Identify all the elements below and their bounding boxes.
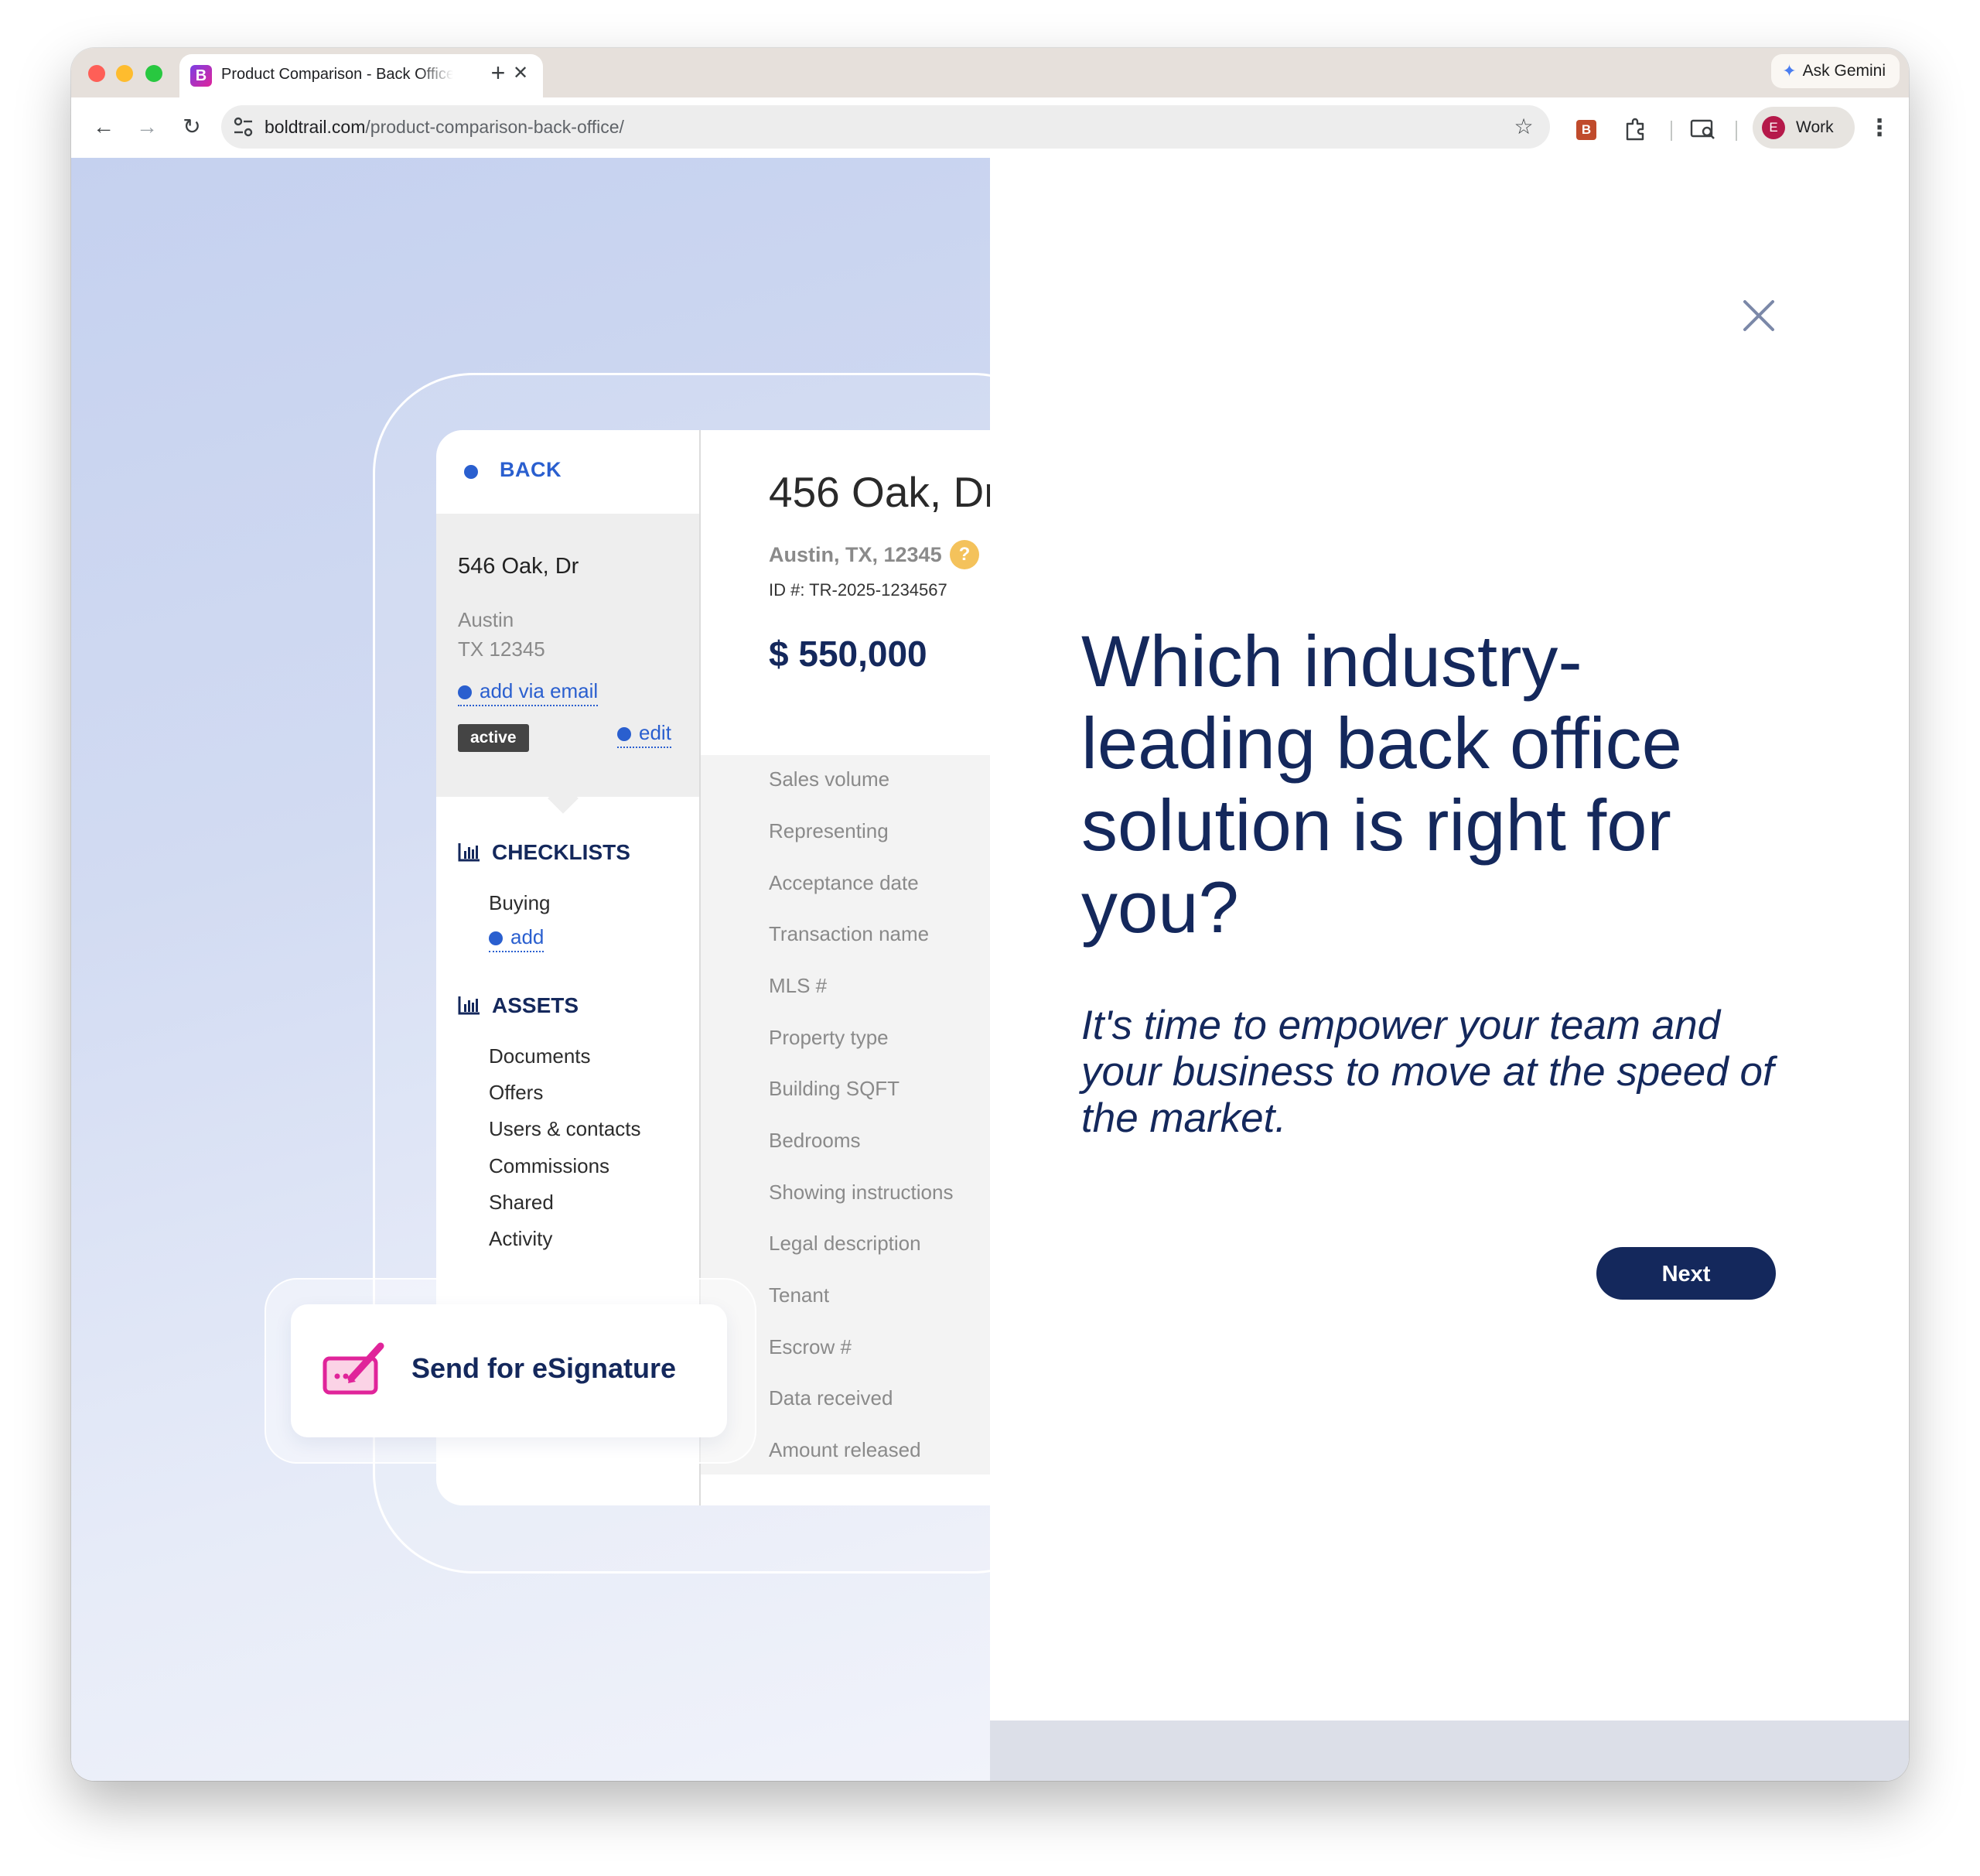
mock-asset-item: Commissions [489, 1154, 610, 1177]
mock-listing-subtitle: Austin, TX, 12345 [769, 543, 942, 566]
bookmark-star-icon[interactable]: ☆ [1508, 111, 1539, 142]
close-icon[interactable] [1737, 294, 1780, 337]
profile-avatar: E [1762, 116, 1785, 139]
modal-headline: Which industry-leading back office solut… [1081, 620, 1682, 948]
tab-title: Product Comparison - Back Office [221, 66, 453, 83]
mock-listing-title: 456 Oak, Dr [769, 468, 990, 516]
mock-checklists-title: CHECKLISTS [492, 840, 630, 864]
bullet-icon [458, 685, 472, 700]
mock-field-label: Sales volume [769, 767, 890, 791]
mock-field-label: Showing instructions [769, 1181, 954, 1204]
mock-field-label: Representing [769, 819, 889, 842]
browser-menu-icon[interactable]: ⋮ [1864, 113, 1895, 144]
mock-checklist-item: Buying [489, 891, 551, 914]
modal-panel: Which industry-leading back office solut… [990, 158, 1909, 1721]
mock-add-label: add [510, 925, 544, 948]
bullet-icon [464, 465, 478, 479]
close-window-button[interactable] [88, 65, 105, 82]
mock-field-label: Acceptance date [769, 871, 919, 894]
site-settings-icon[interactable] [230, 113, 257, 141]
modal-subheadline: It's time to empower your team and your … [1081, 1003, 1774, 1141]
mock-back-row: BACK [436, 430, 699, 514]
mock-address-card: 546 Oak, Dr Austin TX 12345 add via emai… [436, 514, 699, 797]
esignature-card: Send for eSignature [291, 1304, 727, 1437]
extension-icon[interactable]: B [1576, 120, 1596, 140]
back-arrow-icon[interactable]: ← [88, 111, 119, 142]
mock-assets-title: ASSETS [492, 993, 579, 1017]
mock-asset-item: Documents [489, 1044, 591, 1068]
mock-address-city: Austin [458, 608, 514, 631]
tab-strip: B Product Comparison - Back Office ✕ + ✦… [71, 48, 1909, 97]
product-illustration: BACK 546 Oak, Dr Austin TX 12345 add via… [71, 158, 990, 1781]
esignature-label: Send for eSignature [411, 1352, 677, 1384]
toolbar-separator [1671, 121, 1672, 141]
mock-add-via-email-link: add via email [458, 679, 599, 706]
mock-listing-id: ID #: TR-2025-1234567 [769, 580, 947, 600]
gemini-sparkle-icon: ✦ [1782, 61, 1797, 80]
mock-field-label: MLS # [769, 974, 828, 997]
site-favicon-icon: B [190, 65, 212, 87]
mock-back-label: BACK [500, 458, 562, 481]
bullet-icon [617, 727, 631, 742]
address-bar[interactable]: boldtrail.com/product-comparison-back-of… [221, 105, 1550, 149]
mock-assets-heading: ASSETS [458, 993, 579, 1018]
mock-asset-item: Shared [489, 1191, 554, 1214]
new-tab-button[interactable]: + [480, 56, 517, 91]
extensions-puzzle-icon[interactable] [1623, 116, 1649, 142]
forward-arrow-icon[interactable]: → [131, 111, 162, 142]
page-content: BACK 546 Oak, Dr Austin TX 12345 add via… [71, 158, 1909, 1781]
esignature-callout: Send for eSignature [265, 1278, 756, 1464]
mock-add-via-email-label: add via email [480, 679, 599, 702]
bar-chart-icon [458, 996, 480, 1015]
ask-gemini-label: Ask Gemini [1802, 62, 1886, 80]
minimize-window-button[interactable] [116, 65, 133, 82]
mock-field-label: Data received [769, 1386, 893, 1410]
mock-asset-item: Users & contacts [489, 1117, 641, 1140]
zoom-window-button[interactable] [145, 65, 162, 82]
ask-gemini-button[interactable]: ✦ Ask Gemini [1771, 54, 1900, 88]
browser-toolbar: ← → ↻ boldtrail.com/product-comparison-b… [71, 97, 1909, 159]
profile-label: Work [1796, 118, 1834, 136]
mock-field-label: Escrow # [769, 1335, 852, 1358]
url-path: /product-comparison-back-office/ [365, 117, 624, 137]
bar-chart-icon [458, 843, 480, 862]
url-text: boldtrail.com/product-comparison-back-of… [265, 117, 624, 138]
url-host: boldtrail.com [265, 117, 366, 137]
page-footer-strip [990, 1721, 1909, 1781]
help-icon: ? [950, 540, 979, 569]
browser-window: B Product Comparison - Back Office ✕ + ✦… [71, 48, 1909, 1781]
mock-address-zip: TX 12345 [458, 637, 545, 661]
mock-add-checklist-link: add [489, 925, 544, 952]
mock-checklists-heading: CHECKLISTS [458, 840, 630, 865]
mock-field-label: Tenant [769, 1283, 830, 1307]
tab-search-icon[interactable] [1689, 116, 1717, 142]
mock-field-label: Transaction name [769, 922, 930, 945]
mock-listing-price: $ 550,000 [769, 634, 927, 674]
mock-field-label: Amount released [769, 1438, 921, 1461]
next-button[interactable]: Next [1596, 1247, 1776, 1300]
mock-edit-link: edit [617, 721, 671, 748]
mock-field-label: Property type [769, 1026, 889, 1049]
bullet-icon [489, 931, 503, 946]
mock-asset-item: Activity [489, 1227, 553, 1250]
reload-icon[interactable]: ↻ [176, 111, 207, 142]
esignature-icon [323, 1342, 384, 1395]
mock-asset-item: Offers [489, 1081, 544, 1104]
mock-field-label: Building SQFT [769, 1077, 900, 1100]
mock-address-title: 546 Oak, Dr [458, 554, 579, 579]
profile-button[interactable]: E Work [1753, 107, 1855, 149]
mock-field-label: Bedrooms [769, 1129, 861, 1152]
mock-field-label: Legal description [769, 1232, 921, 1255]
toolbar-separator [1736, 121, 1737, 141]
mock-status-badge: active [458, 724, 529, 752]
mock-edit-label: edit [639, 721, 671, 744]
